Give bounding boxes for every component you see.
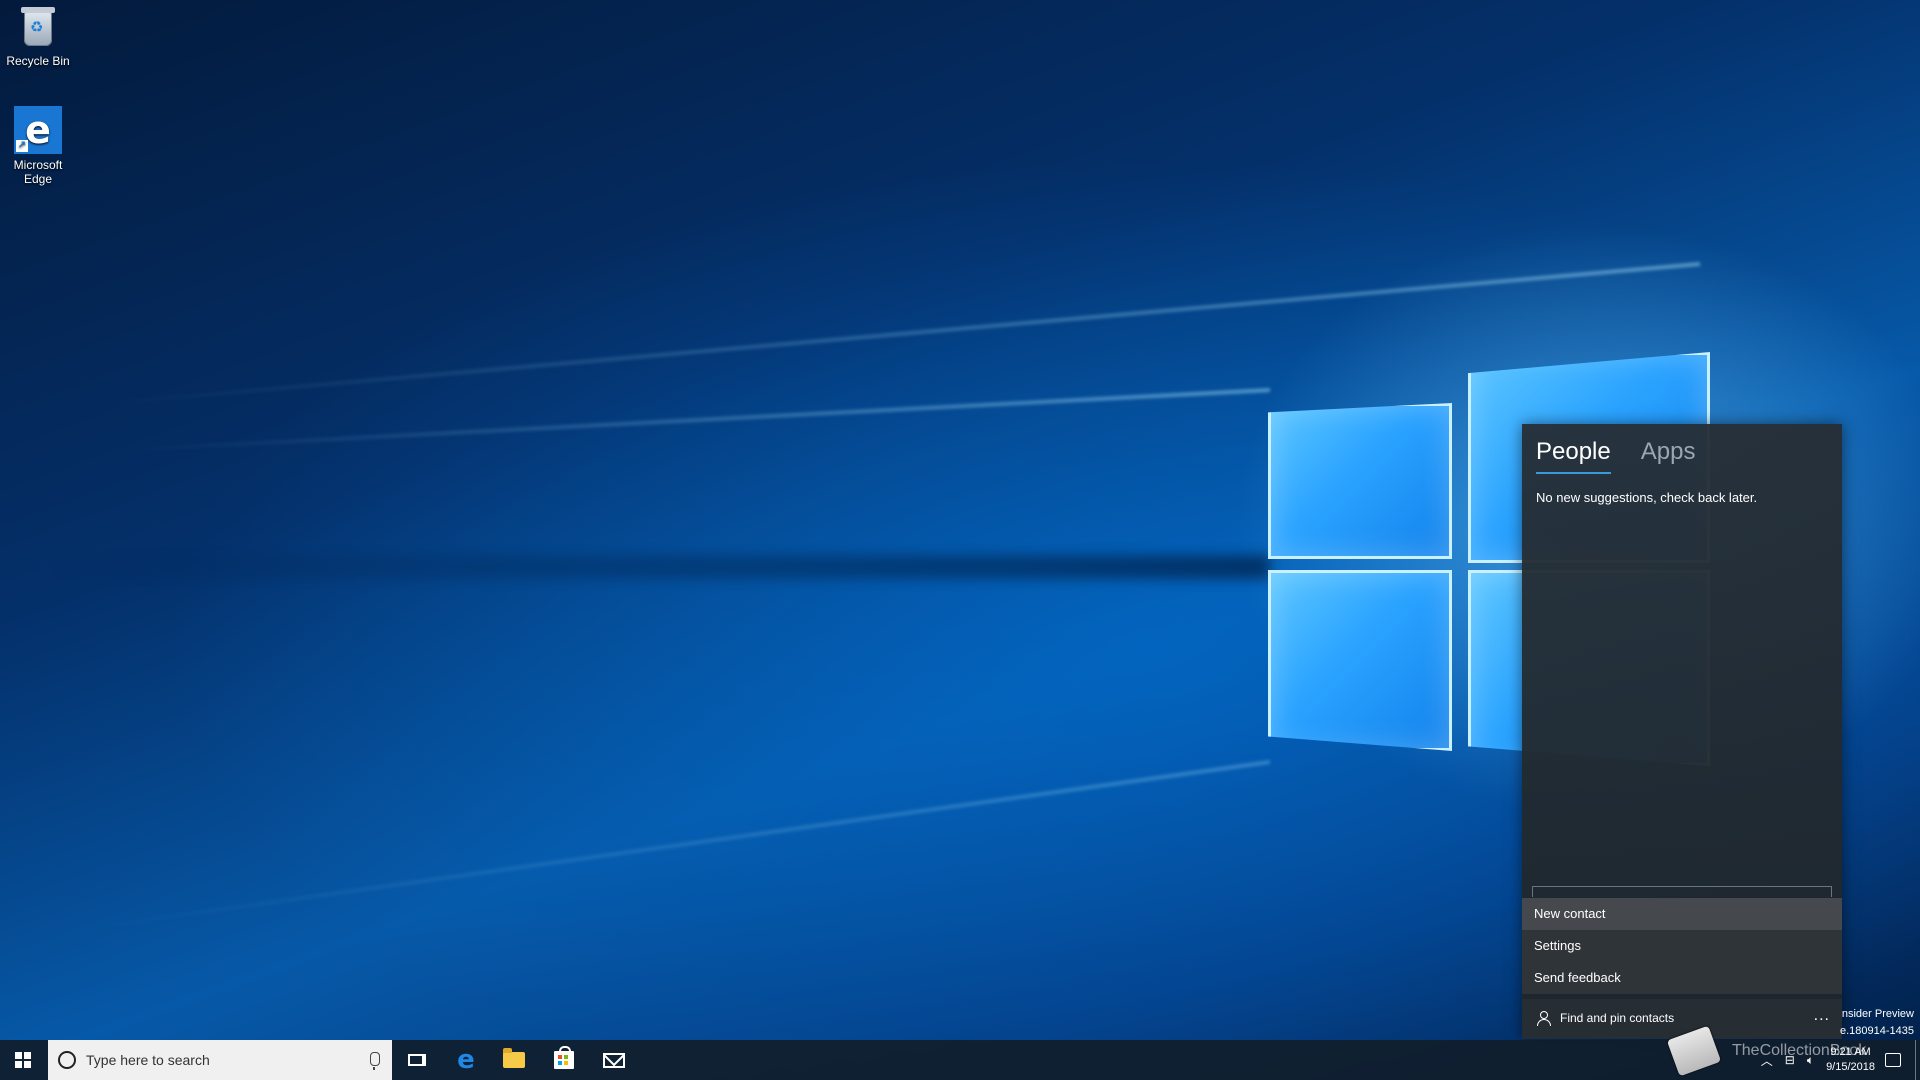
edge-icon: e ↗ <box>14 106 62 154</box>
desktop-icon-label: Microsoft Edge <box>13 158 63 186</box>
taskbar-store-button[interactable] <box>540 1040 588 1080</box>
action-center-icon[interactable] <box>1885 1053 1901 1067</box>
taskbar-edge-button[interactable]: e <box>442 1040 490 1080</box>
tab-apps[interactable]: Apps <box>1641 438 1696 474</box>
desktop-icon-label: Recycle Bin <box>6 54 70 68</box>
wallpaper-shadow-band <box>40 555 1270 579</box>
microphone-icon[interactable] <box>370 1052 380 1070</box>
desktop-icon-microsoft-edge[interactable]: e ↗ Microsoft Edge <box>0 106 78 186</box>
find-contacts-label: Find and pin contacts <box>1560 1011 1675 1025</box>
more-options-button[interactable]: ... <box>1814 1007 1830 1025</box>
windows-logo-pane <box>1268 403 1452 559</box>
search-box[interactable] <box>48 1040 392 1080</box>
clock-date: 9/15/2018 <box>1826 1061 1875 1073</box>
watermark-line: e.180914-1435 <box>1839 1025 1914 1037</box>
task-view-icon <box>408 1054 426 1066</box>
store-icon <box>554 1046 574 1069</box>
people-flyout: People Apps No new suggestions, check ba… <box>1522 424 1842 1039</box>
taskbar: e ︿ ⊟ 🔈︎ 9:21 AM 9/15/2018 <box>0 1040 1920 1080</box>
taskbar-file-explorer-button[interactable] <box>490 1040 538 1080</box>
tab-people[interactable]: People <box>1536 438 1611 474</box>
build-watermark: nsider Preview e.180914-1435 <box>1840 1006 1914 1040</box>
taskbar-mail-button[interactable] <box>590 1040 638 1080</box>
context-menu-anchor <box>1532 886 1832 897</box>
people-tabs: People Apps <box>1536 438 1695 474</box>
logo-watermark-text: TheCollectionBook <box>1732 1042 1867 1059</box>
wallpaper-light-beam <box>85 262 1701 408</box>
windows-logo-pane <box>1268 570 1452 751</box>
context-menu: New contact Settings Send feedback <box>1522 898 1842 994</box>
watermark-line: nsider Preview <box>1841 1008 1914 1020</box>
mail-icon <box>603 1052 625 1068</box>
search-input[interactable] <box>86 1040 346 1080</box>
start-button[interactable] <box>0 1040 46 1080</box>
find-and-pin-contacts-button[interactable]: Find and pin contacts <box>1536 1011 1675 1026</box>
show-desktop-button[interactable] <box>1915 1040 1920 1080</box>
desktop-icon-recycle-bin[interactable]: Recycle Bin <box>0 6 78 68</box>
file-explorer-icon <box>503 1048 525 1068</box>
edge-icon: e <box>457 1045 475 1075</box>
menu-item-settings[interactable]: Settings <box>1522 930 1842 962</box>
wallpaper-light-beam <box>121 388 1271 453</box>
windows-start-icon <box>15 1052 31 1068</box>
person-icon <box>1536 1011 1551 1026</box>
wallpaper-light-beam <box>71 760 1271 933</box>
task-view-button[interactable] <box>392 1040 440 1080</box>
menu-item-new-contact[interactable]: New contact <box>1522 898 1842 930</box>
recycle-bin-icon <box>16 6 60 50</box>
menu-item-send-feedback[interactable]: Send feedback <box>1522 962 1842 994</box>
flyout-footer: Find and pin contacts ... <box>1522 999 1842 1039</box>
cortana-icon <box>58 1051 76 1069</box>
suggestion-message: No new suggestions, check back later. <box>1536 490 1758 505</box>
